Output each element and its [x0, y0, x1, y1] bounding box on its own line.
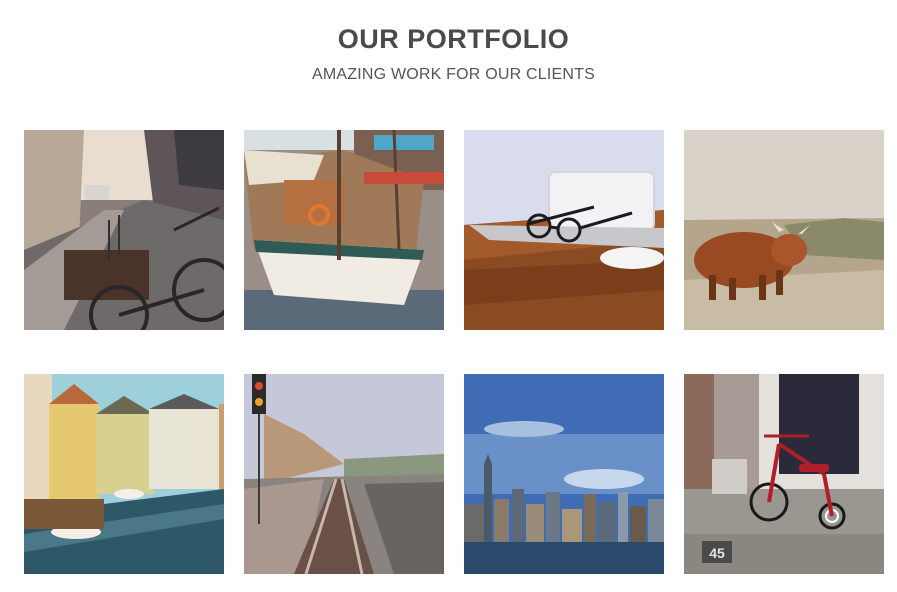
- highland-cow-image: [684, 130, 884, 330]
- portfolio-item-canal-houses[interactable]: [24, 374, 224, 574]
- portfolio-item-railway[interactable]: [244, 374, 444, 574]
- sailboat-image: [244, 130, 444, 330]
- bicycle-street-image: [24, 130, 224, 330]
- portfolio-item-bicycle-street[interactable]: [24, 130, 224, 330]
- portfolio-item-sailboat[interactable]: [244, 130, 444, 330]
- railway-image: [244, 374, 444, 574]
- portfolio-item-city-skyline[interactable]: [464, 374, 664, 574]
- laptop-desk-image: [464, 130, 664, 330]
- red-tricycle-image: 45: [684, 374, 884, 574]
- portfolio-item-red-tricycle[interactable]: 45: [684, 374, 884, 574]
- city-skyline-image: [464, 374, 664, 574]
- portfolio-item-laptop-desk[interactable]: [464, 130, 664, 330]
- canal-houses-image: [24, 374, 224, 574]
- page-title: OUR PORTFOLIO: [337, 24, 570, 54]
- page-subtitle: AMAZING WORK FOR OUR CLIENTS: [312, 66, 595, 83]
- portfolio-item-highland-cow[interactable]: [684, 130, 884, 330]
- tricycle-sign-text: 45: [709, 545, 725, 561]
